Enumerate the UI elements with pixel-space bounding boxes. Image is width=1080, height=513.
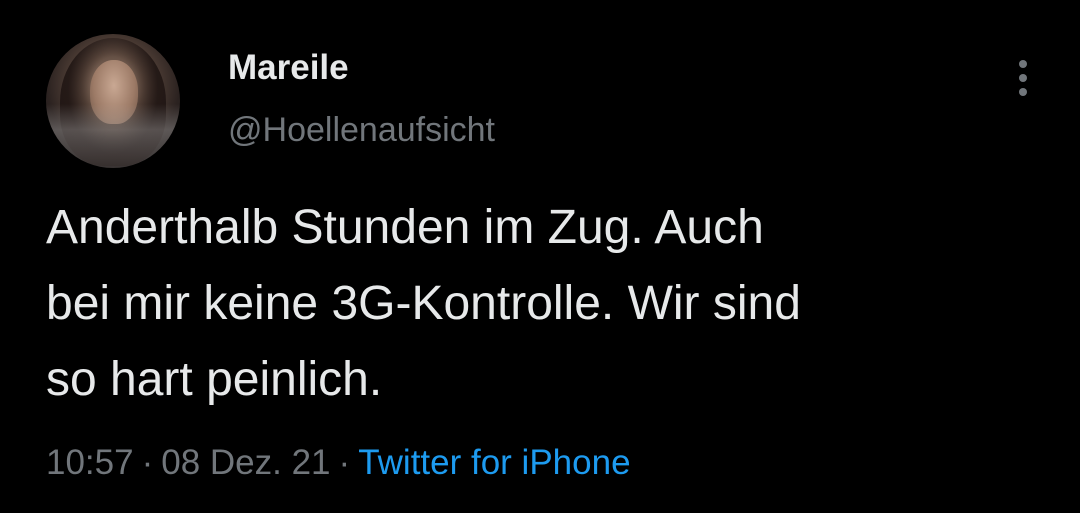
avatar-overlay [46,104,180,168]
author-display-name[interactable]: Mareile [228,46,349,90]
more-dot [1019,60,1027,68]
meta-separator: · [338,443,351,482]
tweet-time[interactable]: 10:57 [46,443,134,482]
meta-separator: · [141,443,154,482]
avatar[interactable] [46,34,180,168]
tweet-card: Mareile @Hoellenaufsicht Anderthalb Stun… [0,0,1080,513]
more-dot [1019,88,1027,96]
tweet-source-link[interactable]: Twitter for iPhone [358,443,630,482]
tweet-date[interactable]: 08 Dez. 21 [161,443,330,482]
tweet-text-line: so hart peinlich. [46,353,383,406]
tweet-text-line: Anderthalb Stunden im Zug. Auch [46,201,764,254]
tweet-text: Anderthalb Stunden im Zug. Auch bei mir … [46,190,1036,418]
tweet-text-line: bei mir keine 3G-Kontrolle. Wir sind [46,277,801,330]
more-dot [1019,74,1027,82]
more-options-button[interactable] [1006,54,1040,98]
tweet-meta: 10:57 · 08 Dez. 21 · Twitter for iPhone [46,440,631,486]
author-handle[interactable]: @Hoellenaufsicht [228,108,495,152]
